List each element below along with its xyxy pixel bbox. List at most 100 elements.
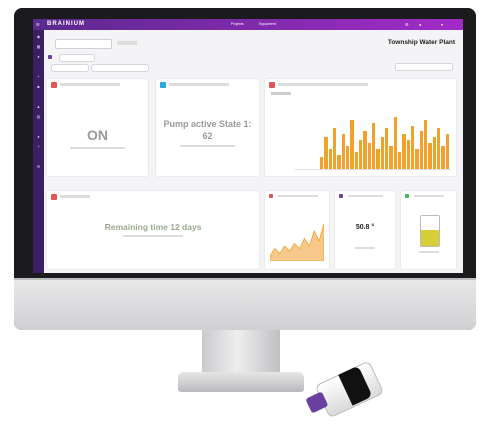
chart-bar [441,145,445,169]
sidebar-alerts-icon[interactable]: ▲ [36,104,41,109]
value-reading: 50.8 ° [355,224,375,231]
tab-dashboard[interactable] [55,39,112,49]
monitor-chin [14,278,476,330]
chart-bar [350,119,354,169]
widget-header [169,83,229,86]
notification-icon[interactable]: ● [419,22,421,27]
sidebar-settings-icon[interactable]: ⚙ [36,164,41,169]
sidebar-users-icon[interactable]: ● [36,134,41,139]
widget-remaining-time[interactable]: Remaining time 12 days [47,191,259,269]
pump-caption [156,145,259,147]
chart-bar [380,137,384,169]
chart-bar [363,131,367,169]
search-input[interactable] [395,63,453,71]
chart-bar [333,128,337,169]
chart-bar [337,154,341,169]
sidebar-widgets-icon[interactable]: ■ [36,84,41,89]
usb-sensor-device [301,358,387,426]
nav-projects[interactable]: Projects [231,22,244,26]
chart-bar [445,134,449,169]
widget-status[interactable]: ON [47,79,148,176]
widget-header [414,195,444,197]
remaining-value: Remaining time 12 days [104,222,202,232]
chart-widget-icon [269,82,275,88]
chart-bar [411,125,415,169]
chart-bar [389,145,393,169]
sidebar-home-icon[interactable]: ◆ [36,34,41,39]
user-menu-icon[interactable]: ▾ [441,22,443,27]
remaining-caption [47,235,259,237]
chart-bar [424,119,428,169]
mini-chart-area [270,223,324,261]
pump-line2: 62 [202,131,213,141]
widget-header [278,195,318,197]
tab-secondary[interactable] [117,41,137,45]
monitor-stand [178,372,304,392]
filter-icon[interactable] [48,55,52,59]
filter-dropdown[interactable] [59,54,95,62]
app-logo: BRAINIUM [47,21,85,27]
chart-bar [324,137,328,169]
sidebar-dashboard-icon[interactable]: ▦ [36,44,41,49]
sidebar-add-icon[interactable]: + [36,74,41,79]
tank-widget-icon [405,194,409,198]
chart-bar [437,128,441,169]
chart-subtitle [271,92,291,95]
sidebar-devices-icon[interactable]: ● [36,54,41,59]
chart-bar [372,122,376,169]
chart-bar [346,145,350,169]
widget-pump[interactable]: Pump active State 1: 62 [156,79,259,176]
settings-icon[interactable]: ⚙ [405,22,409,27]
chart-bar [406,140,410,169]
chart-bar [320,157,324,169]
status-widget-icon [51,82,57,88]
chart-bar [415,148,419,169]
chart-plot-area [320,111,450,169]
widget-header [278,83,368,86]
pump-line1: Pump active State 1: [163,119,252,129]
sidebar: ◆ ▦ ● + ■ ▲ ▤ ● ? ⚙ [33,30,44,273]
widget-tank-level[interactable] [401,191,456,269]
pump-widget-icon [160,82,166,88]
top-bar: ☰ BRAINIUM Projects Equipment ⚙ ● ▾ [33,19,463,30]
page-title: Township Water Plant [387,39,455,46]
monitor-divider [14,278,476,280]
widget-mini-chart[interactable] [265,191,329,269]
widget-value[interactable]: 50.8 ° [335,191,395,269]
chart-bar [398,151,402,169]
tank-gauge [420,215,440,247]
chart-bar [385,128,389,169]
mini-chart-icon [269,194,273,198]
status-caption [47,147,148,149]
chart-bar [428,142,432,169]
widget-header [60,83,120,86]
chart-bar [402,134,406,169]
tank-caption [419,251,439,253]
menu-icon[interactable]: ☰ [36,22,40,27]
sidebar-files-icon[interactable]: ▤ [36,114,41,119]
chart-x-axis [295,169,451,170]
value-widget-icon [339,194,343,198]
widget-header [60,195,90,198]
chart-bar [376,148,380,169]
chart-bar [432,137,436,169]
project-dropdown[interactable] [91,64,149,72]
remaining-widget-icon [51,194,57,200]
value-caption [355,247,375,249]
chart-bar [341,134,345,169]
time-dropdown[interactable] [51,64,89,72]
nav-equipment[interactable]: Equipment [259,22,276,26]
chart-bar [419,131,423,169]
chart-bar [393,116,397,169]
chart-bar [354,151,358,169]
mini-chart-plot [270,223,324,261]
status-value: ON [87,127,108,143]
sidebar-help-icon[interactable]: ? [36,144,41,149]
chart-bar [328,148,332,169]
chart-bar [367,142,371,169]
widget-bar-chart[interactable] [265,79,456,176]
widget-header [348,195,383,197]
chart-bar [359,140,363,169]
tank-fill [421,229,439,246]
dashboard-screen: ☰ BRAINIUM Projects Equipment ⚙ ● ▾ ◆ ▦ … [33,19,463,273]
